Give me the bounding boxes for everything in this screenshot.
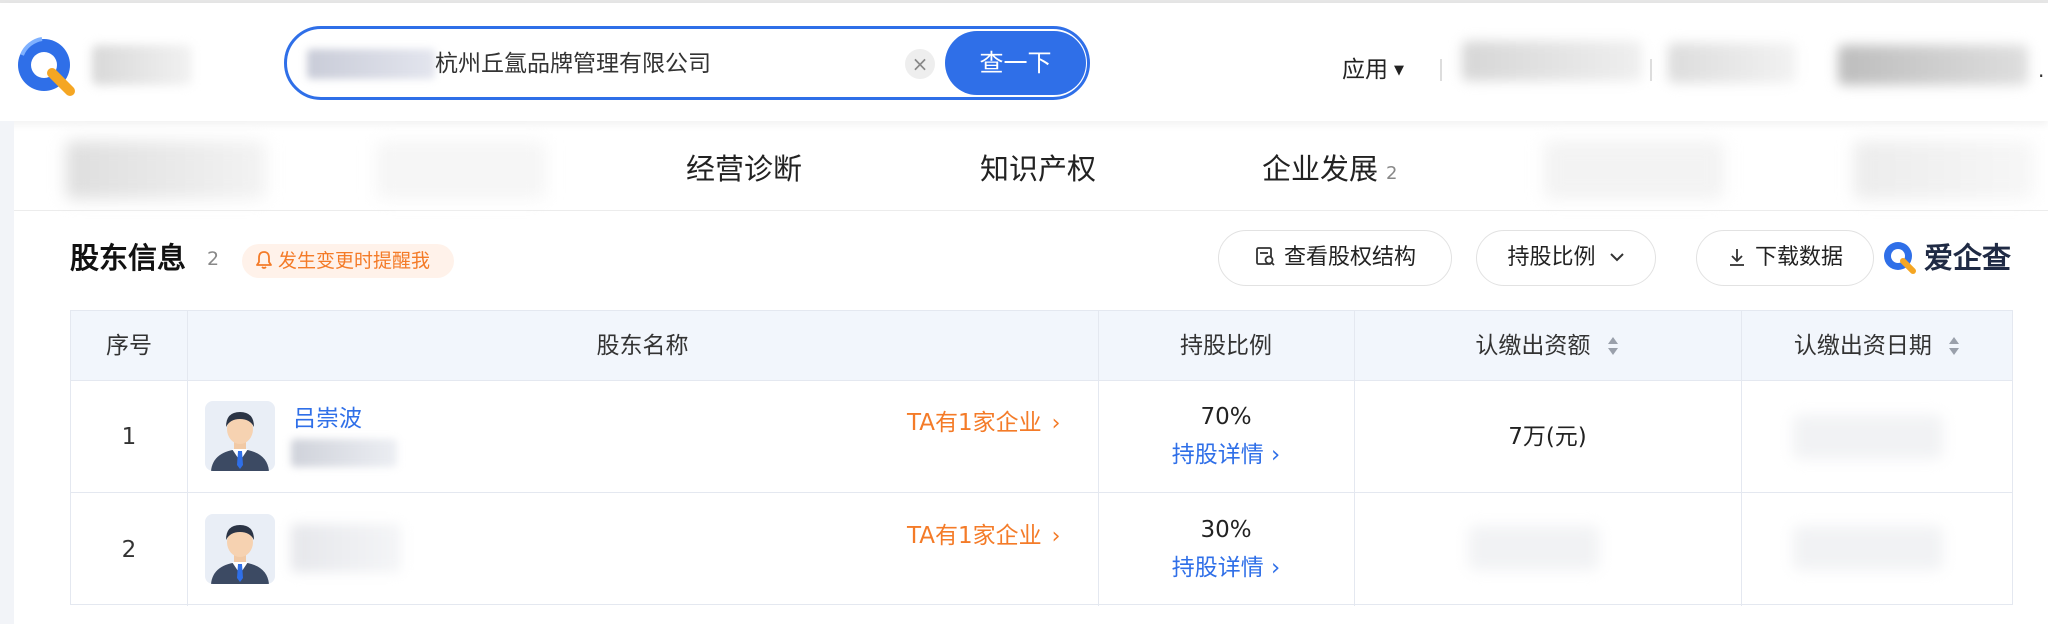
table-header: 序号 股东名称 持股比例 认缴出资额 认缴出资日期 xyxy=(71,311,2012,381)
avatar[interactable] xyxy=(205,514,275,584)
clear-search-button[interactable]: × xyxy=(905,49,935,79)
tab-company-development[interactable]: 企业发展 2 xyxy=(1262,149,1397,189)
holding-detail-link[interactable]: 持股详情 › xyxy=(1098,439,1354,471)
ratio-cell: 30% 持股详情 › xyxy=(1098,494,1354,606)
tab-count: 2 xyxy=(1386,163,1398,184)
tab-label: 经营诊断 xyxy=(686,152,803,186)
shareholder-name-link[interactable]: 吕崇波 xyxy=(293,403,362,435)
related-companies-label: TA有1家企业 xyxy=(907,410,1042,436)
subscribed-date-redacted xyxy=(1793,415,1943,459)
shareholder-table: 序号 股东名称 持股比例 认缴出资额 认缴出资日期 1 吕崇波 TA有1家企业 … xyxy=(70,310,2013,606)
table-row: 2 TA有1家企业 › 30% 持股详情 › xyxy=(71,494,2012,606)
col-header-name: 股东名称 xyxy=(596,333,689,359)
apps-menu[interactable]: 应用 ▼ xyxy=(1342,53,1404,87)
button-label: 查看股权结构 xyxy=(1283,245,1416,270)
chevron-right-icon: › xyxy=(1263,442,1281,468)
caret-down-icon: ▼ xyxy=(1394,62,1404,78)
holding-ratio-dropdown[interactable]: 持股比例 xyxy=(1476,230,1656,286)
shareholder-name-redacted[interactable] xyxy=(291,524,401,572)
shareholder-tag-redacted xyxy=(291,439,397,467)
tab-intellectual-property[interactable]: 知识产权 xyxy=(980,149,1096,189)
ratio-cell: 70% 持股详情 › xyxy=(1098,381,1354,493)
app-logo-icon[interactable] xyxy=(12,33,84,105)
col-header-label: 认缴出资额 xyxy=(1475,333,1591,359)
nav-tab-redacted[interactable] xyxy=(1544,141,1724,199)
sort-icon[interactable] xyxy=(1947,335,1961,357)
structure-icon xyxy=(1256,247,1275,266)
holding-ratio: 30% xyxy=(1200,517,1252,543)
tab-label: 企业发展 xyxy=(1262,152,1379,186)
chevron-right-icon: › xyxy=(1263,555,1281,581)
related-companies-label: TA有1家企业 xyxy=(907,523,1042,549)
section-title: 股东信息 xyxy=(70,241,187,275)
nav-tab-redacted[interactable] xyxy=(1854,141,2034,199)
brand-logo-icon xyxy=(1884,242,1916,274)
brand-name: 爱企查 xyxy=(1924,241,2012,275)
chevron-right-icon: › xyxy=(1051,411,1061,436)
download-data-button[interactable]: 下载数据 xyxy=(1696,230,1874,286)
table-row: 1 吕崇波 TA有1家企业 › 70% 持股详情 › 7万(元) xyxy=(71,381,2012,493)
tab-business-diagnosis[interactable]: 经营诊断 xyxy=(686,149,802,189)
chevron-down-icon xyxy=(1609,253,1624,262)
header-link-redacted[interactable] xyxy=(1462,41,1642,81)
bell-icon xyxy=(256,251,272,269)
row-index: 1 xyxy=(121,424,137,450)
sort-icon[interactable] xyxy=(1606,335,1620,357)
company-nav: 经营诊断 知识产权 企业发展 2 xyxy=(14,121,2048,211)
view-equity-structure-button[interactable]: 查看股权结构 xyxy=(1218,230,1452,286)
col-header-label: 认缴出资日期 xyxy=(1793,333,1932,359)
subscribed-amount: 7万(元) xyxy=(1508,424,1587,450)
chevron-right-icon: › xyxy=(1051,524,1061,549)
apps-menu-label: 应用 xyxy=(1342,57,1388,83)
holding-detail-link[interactable]: 持股详情 › xyxy=(1098,552,1354,584)
subscribed-date-redacted xyxy=(1793,526,1943,570)
header-divider xyxy=(1650,59,1652,81)
logo-text-redacted xyxy=(92,45,192,85)
change-reminder-button[interactable]: 发生变更时提醒我 xyxy=(242,244,454,278)
nav-tab-redacted[interactable] xyxy=(66,141,266,199)
nav-tab-redacted[interactable] xyxy=(376,141,546,199)
row-index: 2 xyxy=(121,537,137,563)
holding-ratio: 70% xyxy=(1200,404,1252,430)
header-link-redacted[interactable] xyxy=(1668,43,1796,83)
related-companies-link[interactable]: TA有1家企业 › xyxy=(907,520,1060,553)
search-text-redacted xyxy=(307,49,435,79)
holding-detail-label: 持股详情 xyxy=(1171,442,1264,468)
button-label: 下载数据 xyxy=(1754,245,1843,270)
header-divider xyxy=(1440,59,1442,81)
user-menu-redacted[interactable] xyxy=(1838,45,2028,85)
more-indicator: . xyxy=(2038,58,2045,82)
col-header-amount[interactable]: 认缴出资额 xyxy=(1354,311,1741,381)
download-icon xyxy=(1729,249,1744,266)
brand-watermark: 爱企查 xyxy=(1880,234,2014,280)
reminder-label: 发生变更时提醒我 xyxy=(278,250,431,272)
section-count: 2 xyxy=(207,248,220,270)
col-header-ratio: 持股比例 xyxy=(1180,333,1272,359)
left-rail xyxy=(0,121,14,624)
search-button[interactable]: 查一下 xyxy=(945,31,1086,95)
subscribed-amount-redacted xyxy=(1469,526,1599,570)
col-header-date[interactable]: 认缴出资日期 xyxy=(1741,311,2014,381)
avatar[interactable] xyxy=(205,401,275,471)
top-header: 杭州丘氲品牌管理有限公司 × 查一下 应用 ▼ . xyxy=(0,3,2048,121)
col-header-index: 序号 xyxy=(106,333,152,359)
search-query-text: 杭州丘氲品牌管理有限公司 xyxy=(435,51,711,77)
button-label: 持股比例 xyxy=(1507,245,1596,270)
related-companies-link[interactable]: TA有1家企业 › xyxy=(907,407,1060,440)
search-input[interactable]: 杭州丘氲品牌管理有限公司 × 查一下 xyxy=(284,26,1090,100)
holding-detail-label: 持股详情 xyxy=(1171,555,1264,581)
tab-label: 知识产权 xyxy=(980,152,1097,186)
